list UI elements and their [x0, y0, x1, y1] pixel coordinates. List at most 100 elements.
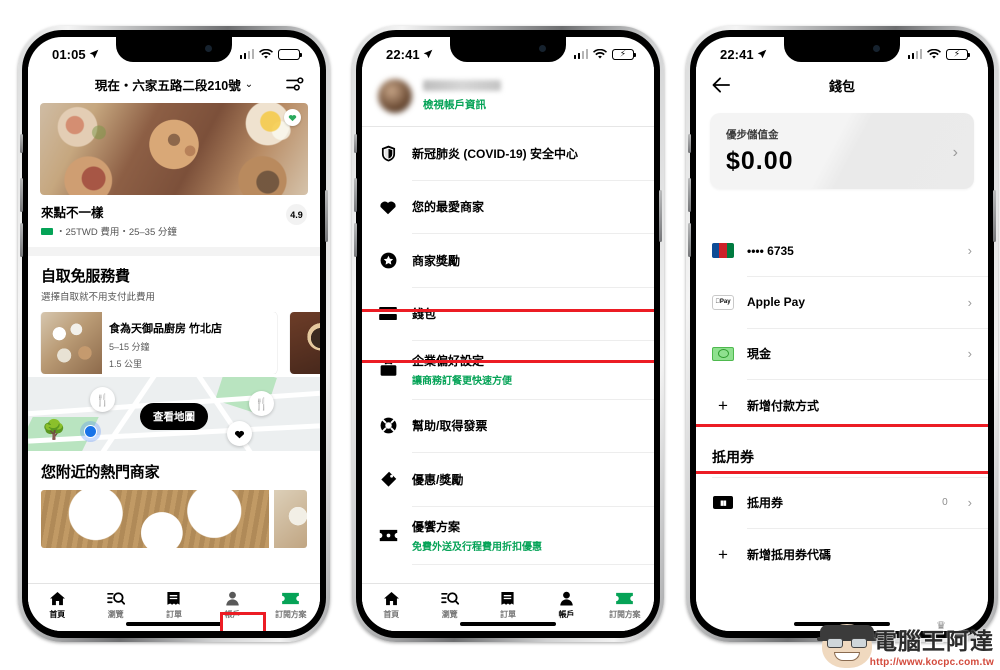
hero-restaurant-image[interactable] — [40, 103, 308, 195]
back-arrow-icon[interactable] — [712, 76, 730, 94]
tab-account[interactable]: 帳戶 — [538, 590, 594, 620]
tab-home[interactable]: 首頁 — [363, 590, 419, 620]
tab-account[interactable]: 帳戶 — [204, 590, 260, 620]
filter-sliders-icon[interactable] — [286, 76, 304, 92]
restaurant-map-pin[interactable]: 🍴 — [90, 387, 115, 412]
menu-item-promotions[interactable]: 優惠/獎勵 — [362, 453, 654, 506]
account-name-redacted — [423, 80, 501, 91]
address-header[interactable]: 現在・六家五路二段210號 ⌄ — [28, 67, 320, 101]
chevron-right-icon: › — [952, 144, 958, 161]
power-button[interactable] — [659, 190, 662, 242]
chevron-right-icon: › — [967, 346, 972, 361]
payment-label: Apple Pay — [747, 295, 806, 309]
map-preview[interactable]: 🌳 🍴 🍴 查看地圖 — [28, 377, 320, 451]
restaurant-map-pin[interactable]: 🍴 — [249, 391, 274, 416]
tab-home[interactable]: 首頁 — [29, 590, 85, 620]
heart-icon — [224, 499, 236, 510]
favorite-button[interactable] — [223, 497, 237, 511]
tab-orders[interactable]: 訂單 — [146, 590, 202, 620]
screenshot-canvas: 01:05 現在・六家五路二段210號 ⌄ 來點不一樣 ・25TWD 費用・25… — [0, 0, 1000, 670]
menu-item-merchant-rewards[interactable]: 商家獎勵 — [362, 234, 654, 287]
tab-subscription[interactable]: 訂閱方案 — [263, 590, 319, 620]
add-voucher-code-row[interactable]: + 新增抵用券代碼 — [696, 529, 988, 580]
volume-up-button[interactable] — [688, 178, 691, 212]
rating-badge: 4.9 — [286, 204, 307, 225]
restaurant-name: 來點不一樣 — [41, 206, 104, 220]
payment-method-cash[interactable]: 現金 › — [696, 328, 988, 379]
chevron-down-icon: ⌄ — [244, 78, 254, 90]
divider — [412, 564, 654, 565]
mascot-hat-icon — [817, 625, 877, 641]
promo-section: 自取免服務費 選擇自取就不用支付此費用 — [28, 256, 320, 303]
phone-2-body: 檢視帳戶資訊 新冠肺炎 (COVID-19) 安全中心 您的最愛商家 商家獎勵 … — [362, 67, 654, 631]
power-button[interactable] — [993, 190, 996, 242]
power-button[interactable] — [325, 190, 328, 242]
volume-down-button[interactable] — [20, 223, 23, 257]
menu-item-wallet[interactable]: 錢包 — [362, 287, 654, 340]
uber-cash-card[interactable]: 優步儲值金 $0.00 › — [710, 113, 974, 189]
voucher-section-title: 抵用券 — [712, 448, 754, 465]
voucher-row[interactable]: ▮▮ 抵用券 0 › — [696, 477, 988, 528]
tab-subscription[interactable]: 訂閱方案 — [597, 590, 653, 620]
mute-switch[interactable] — [354, 134, 357, 153]
menu-item-favorites[interactable]: 您的最愛商家 — [362, 180, 654, 233]
battery-charging-icon: ⚡ — [612, 48, 637, 60]
volume-down-button[interactable] — [354, 223, 357, 257]
view-map-button[interactable]: 查看地圖 — [140, 403, 208, 430]
my-location-dot — [80, 421, 101, 442]
menu-item-covid-safety[interactable]: 新冠肺炎 (COVID-19) 安全中心 — [362, 127, 654, 180]
favorite-button[interactable] — [284, 109, 301, 126]
menu-item-text: 錢包 — [412, 307, 437, 321]
menu-item-text: 優惠/獎勵 — [412, 472, 464, 487]
avatar[interactable] — [378, 79, 412, 113]
restaurant-card[interactable]: 食為天御品廚房 竹北店 5–15 分鐘 1.5 公里 — [41, 312, 277, 374]
person-icon — [559, 590, 574, 606]
account-header[interactable]: 檢視帳戶資訊 — [362, 67, 654, 126]
restaurant-thumbnail — [41, 312, 102, 374]
restaurant-carousel[interactable]: 食為天御品廚房 竹北店 5–15 分鐘 1.5 公里 — [28, 312, 320, 374]
menu-item-business-preferences[interactable]: 企業偏好設定 讓商務訂餐更快速方便 — [362, 341, 654, 399]
payment-method-apple-pay[interactable]: Pay Apple Pay › — [696, 277, 988, 328]
location-arrow-icon — [423, 49, 433, 59]
menu-item-text: 企業偏好設定 讓商務訂餐更快速方便 — [412, 354, 512, 387]
phone-2-account-menu: 22:41 ⚡ 檢視帳戶資訊 新冠肺炎 (COVID-19) 安全中心 您的最愛… — [352, 26, 664, 642]
mute-switch[interactable] — [688, 134, 691, 153]
chevron-right-icon: › — [967, 243, 972, 258]
volume-down-button[interactable] — [688, 223, 691, 257]
notch — [784, 37, 900, 62]
phone-3-bezel: 22:41 ⚡ 錢包 優步儲值金 $0.00 › •••• 6735 › Pay… — [688, 30, 996, 638]
favorite-map-pin[interactable] — [227, 421, 252, 446]
current-address[interactable]: 現在・六家五路二段210號 ⌄ — [95, 75, 253, 94]
restaurant-card-next[interactable] — [290, 312, 320, 374]
tab-browse[interactable]: 瀏覽 — [88, 590, 144, 620]
restaurant-card-text: 食為天御品廚房 竹北店 5–15 分鐘 1.5 公里 — [102, 312, 229, 374]
mascot-glasses-icon — [827, 638, 867, 648]
menu-item-help-invoice[interactable]: 幫助/取得發票 — [362, 399, 654, 452]
add-payment-label: 新增付款方式 — [747, 398, 820, 413]
tab-orders[interactable]: 訂單 — [480, 590, 536, 620]
nearby-carousel[interactable] — [41, 490, 307, 548]
location-arrow-icon — [89, 49, 99, 59]
payment-method-jcb[interactable]: •••• 6735 › — [696, 225, 988, 276]
home-icon — [383, 590, 400, 606]
phone-2-screen: 22:41 ⚡ 檢視帳戶資訊 新冠肺炎 (COVID-19) 安全中心 您的最愛… — [362, 37, 654, 631]
hero-restaurant-info[interactable]: 來點不一樣 ・25TWD 費用・25–35 分鐘 4.9 — [41, 202, 307, 238]
view-account-info-link[interactable]: 檢視帳戶資訊 — [423, 97, 501, 112]
volume-up-button[interactable] — [354, 178, 357, 212]
add-payment-method-row[interactable]: + 新增付款方式 — [696, 380, 988, 431]
wallet-header: 錢包 — [696, 67, 988, 103]
chevron-right-icon: › — [967, 294, 972, 310]
volume-up-button[interactable] — [20, 178, 23, 212]
menu-item-uber-one-plan[interactable]: 優饗方案 免費外送及行程費用折扣優惠 — [362, 506, 654, 564]
front-camera-icon — [539, 45, 546, 52]
promo-subtitle: 選擇自取就不用支付此費用 — [41, 292, 156, 303]
voucher-icon: ▮▮ — [712, 495, 734, 511]
wifi-icon — [593, 48, 607, 59]
nearby-section-title: 您附近的熱門商家 — [41, 464, 160, 481]
wifi-icon — [259, 48, 273, 59]
food-photo — [40, 103, 308, 195]
nearby-restaurant-image[interactable] — [274, 490, 307, 548]
tab-browse[interactable]: 瀏覽 — [422, 590, 478, 620]
mute-switch[interactable] — [20, 134, 23, 153]
